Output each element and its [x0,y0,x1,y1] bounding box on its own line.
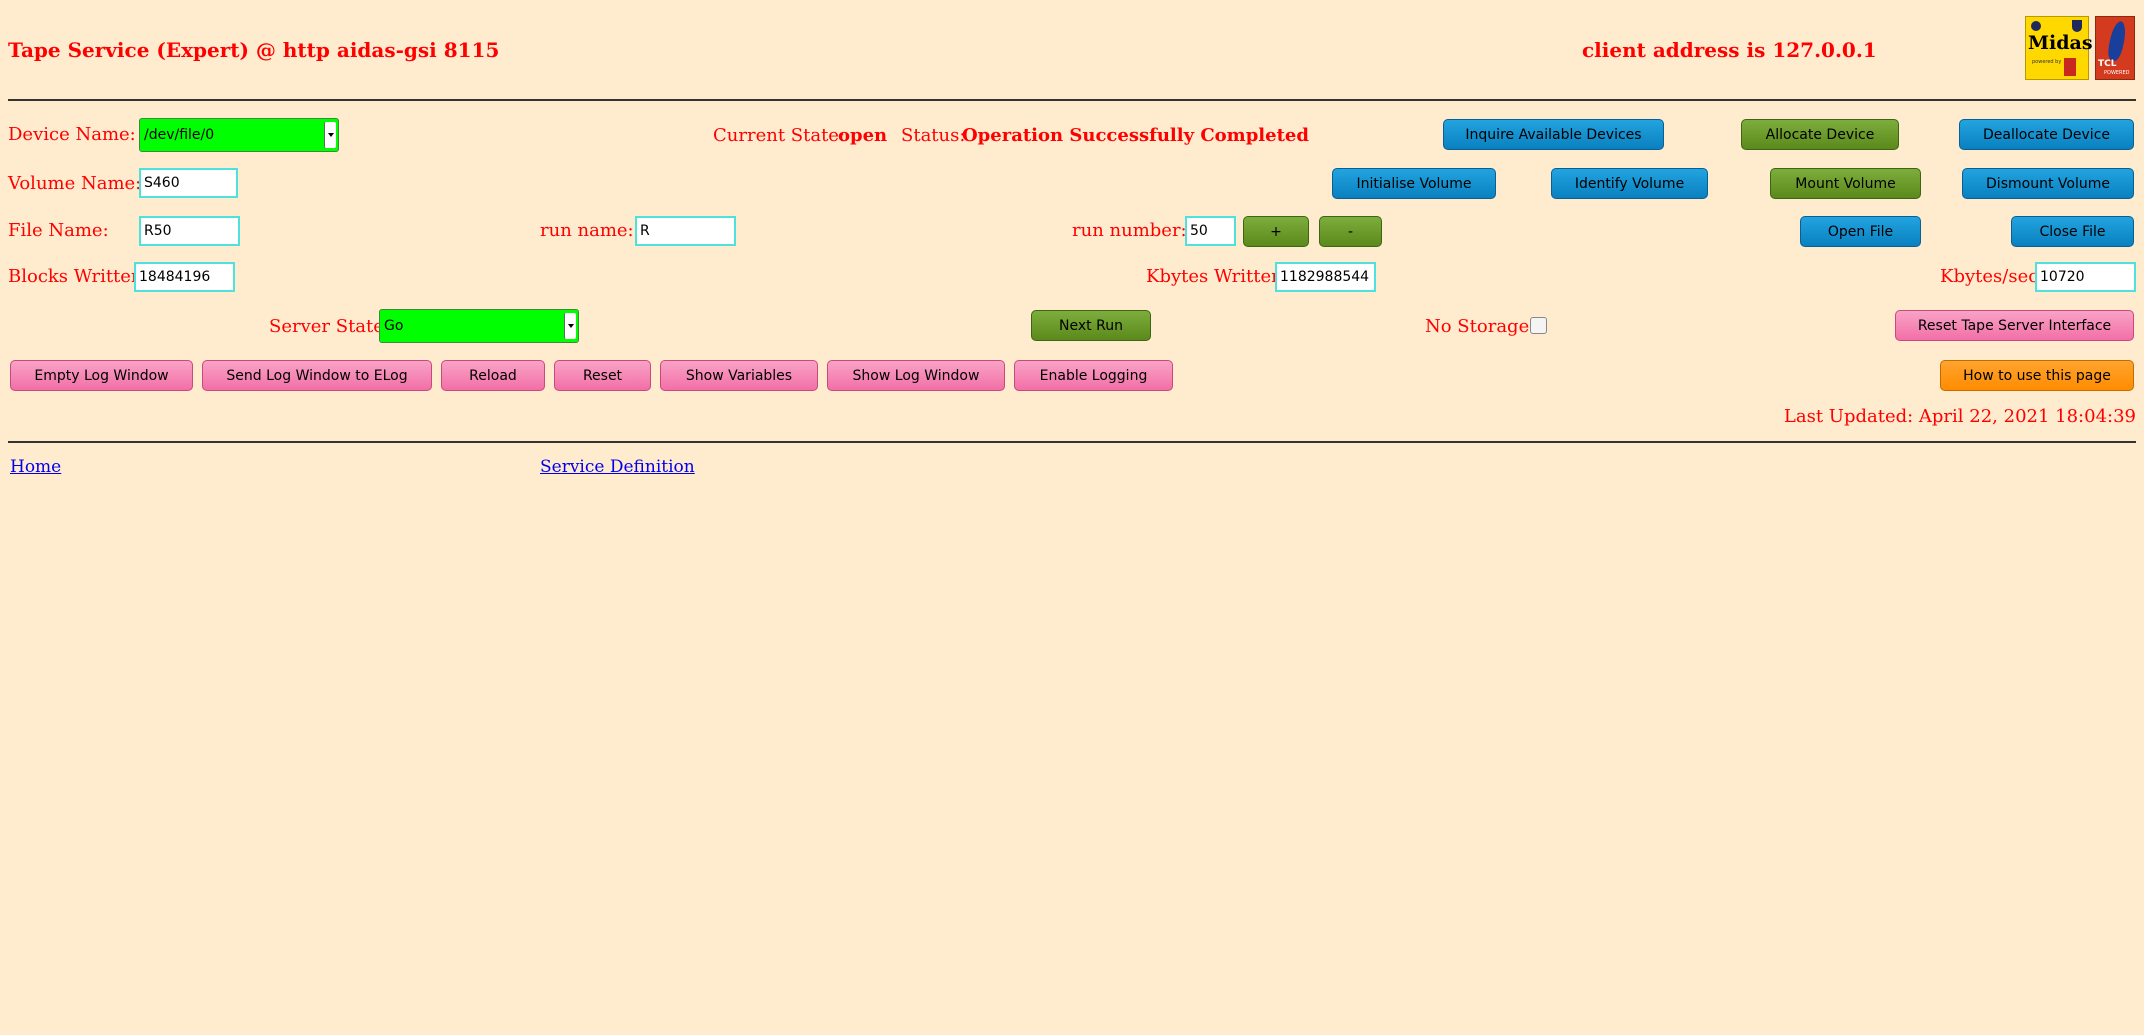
show-variables-button[interactable]: Show Variables [660,360,818,391]
blocks-written-label: Blocks Written: [8,266,149,287]
open-file-button[interactable]: Open File [1800,216,1921,247]
midas-logo: Midas powered by [2025,16,2093,80]
tcl-logo-text: TCL [2098,59,2117,69]
header-divider [8,99,2136,101]
current-state-label: Current State: [713,125,846,146]
kbytes-written-label: Kbytes Written: [1146,266,1289,287]
deallocate-device-button[interactable]: Deallocate Device [1959,119,2134,150]
device-name-value: /dev/file/0 [144,127,215,143]
midas-logo-badge-icon [2064,58,2076,76]
how-to-use-button[interactable]: How to use this page [1940,360,2134,391]
footer-divider [8,441,2136,443]
enable-logging-button[interactable]: Enable Logging [1014,360,1173,391]
blocks-written-input[interactable] [134,262,235,292]
status-label: Status: [901,125,966,146]
kbytes-written-input[interactable] [1275,262,1376,292]
tcl-powered-logo: TCL POWERED [2095,16,2135,80]
send-log-to-elog-button[interactable]: Send Log Window to ELog [202,360,432,391]
current-state-value: open [838,125,888,146]
empty-log-window-button[interactable]: Empty Log Window [10,360,193,391]
chevron-down-icon[interactable] [564,313,576,339]
kbytes-per-sec-label: Kbytes/sec: [1940,266,2045,287]
reset-button[interactable]: Reset [554,360,651,391]
volume-name-input[interactable] [139,168,238,198]
identify-volume-button[interactable]: Identify Volume [1551,168,1708,199]
feather-icon [2105,19,2129,63]
status-value: Operation Successfully Completed [962,125,1309,146]
midas-logo-text: Midas [2028,32,2093,54]
device-name-label: Device Name: [8,124,136,145]
reload-button[interactable]: Reload [441,360,545,391]
next-run-button[interactable]: Next Run [1031,310,1151,341]
run-name-label: run name: [540,220,634,241]
close-file-button[interactable]: Close File [2011,216,2134,247]
service-definition-link[interactable]: Service Definition [540,457,695,477]
run-name-input[interactable] [635,216,736,246]
tcl-logo-subtext: POWERED [2104,70,2130,76]
midas-logo-shield-icon [2072,20,2082,32]
run-number-decrement-button[interactable]: - [1319,216,1382,247]
run-number-input[interactable] [1185,216,1236,246]
last-updated-text: Last Updated: April 22, 2021 18:04:39 [1783,406,2136,427]
server-state-value: Go [384,318,404,334]
client-address: client address is 127.0.0.1 [1582,38,1877,62]
chevron-down-icon[interactable] [324,122,336,148]
home-link[interactable]: Home [10,457,61,477]
mount-volume-button[interactable]: Mount Volume [1770,168,1921,199]
device-name-select[interactable]: /dev/file/0 [139,118,339,152]
midas-logo-emblem-icon [2031,21,2041,31]
kbytes-per-sec-input[interactable] [2035,262,2136,292]
allocate-device-button[interactable]: Allocate Device [1741,119,1899,150]
file-name-label: File Name: [8,220,109,241]
run-number-increment-button[interactable]: + [1243,216,1309,247]
reset-tape-server-button[interactable]: Reset Tape Server Interface [1895,310,2134,341]
no-storage-checkbox[interactable] [1530,317,1547,334]
run-number-label: run number: [1072,220,1187,241]
page-title: Tape Service (Expert) @ http aidas-gsi 8… [8,38,500,62]
midas-logo-subtext: powered by [2032,59,2062,65]
file-name-input[interactable] [139,216,240,246]
server-state-label: Server State [269,316,384,337]
server-state-select[interactable]: Go [379,309,579,343]
inquire-devices-button[interactable]: Inquire Available Devices [1443,119,1664,150]
no-storage-label: No Storage [1425,316,1530,337]
volume-name-label: Volume Name: [8,173,142,194]
initialise-volume-button[interactable]: Initialise Volume [1332,168,1496,199]
show-log-window-button[interactable]: Show Log Window [827,360,1005,391]
dismount-volume-button[interactable]: Dismount Volume [1962,168,2134,199]
